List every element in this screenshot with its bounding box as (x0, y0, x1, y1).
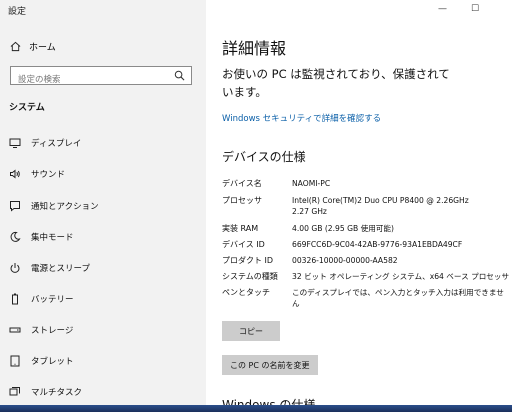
spec-label: プロセッサ (222, 196, 262, 205)
focus-moon-icon (10, 231, 21, 242)
sidebar-item-label: ディスプレイ (31, 139, 82, 149)
sidebar-item-label: 電源とスリープ (31, 264, 90, 274)
security-details-link[interactable]: Windows セキュリティで詳細を確認する (222, 112, 381, 124)
battery-icon (12, 293, 18, 305)
minimize-button[interactable]: — (438, 4, 447, 14)
spec-label: デバイス ID (222, 240, 265, 249)
spec-label: 実装 RAM (222, 224, 259, 233)
sidebar-item-label: バッテリー (31, 295, 74, 305)
spec-value-device-name: NAOMI-PC (292, 179, 331, 188)
spec-value-device-id: 669FCC6D-9C04-42AB-9776-93A1EBDA49CF (292, 240, 463, 249)
spec-value-system-type: 32 ビット オペレーティング システム、x64 ベース プロセッサ (292, 272, 510, 281)
device-specifications-heading: デバイスの仕様 (222, 150, 306, 164)
sidebar-item-tablet[interactable]: タブレット (9, 352, 74, 370)
notification-icon (10, 201, 20, 212)
spec-label: ペンとタッチ (222, 288, 270, 297)
display-icon (9, 138, 21, 148)
maximize-button[interactable]: ☐ (471, 4, 479, 14)
sidebar-item-multitask[interactable]: マルチタスク (9, 383, 82, 401)
sidebar-item-power[interactable]: 電源とスリープ (9, 259, 90, 277)
storage-icon (9, 327, 21, 333)
sidebar-item-label: サウンド (31, 170, 66, 180)
spec-label: プロダクト ID (222, 256, 274, 265)
spec-value-processor: Intel(R) Core(TM)2 Duo CPU P8400 @ 2.26G… (292, 196, 469, 216)
copy-button[interactable]: コピー (222, 321, 280, 341)
protection-status-text: お使いの PC は監視されており、保護されています。 (222, 67, 450, 99)
spec-value-product-id: 00326-10000-00000-AA582 (292, 256, 398, 265)
settings-search-box[interactable] (10, 66, 192, 89)
sidebar-item-label: 通知とアクション (31, 202, 99, 212)
settings-search-input[interactable] (11, 71, 168, 89)
section-label-system: システム (9, 103, 45, 113)
main-panel: — ☐ 詳細情報 お使いの PC は監視されており、保護されています。 Wind… (206, 0, 512, 412)
sidebar-item-battery[interactable]: バッテリー (9, 290, 74, 308)
sidebar-item-label: タブレット (31, 357, 74, 367)
app-title: 設定 (8, 7, 27, 17)
spec-value-pen-touch: このディスプレイでは、ペン入力とタッチ入力は利用できませ ん (292, 288, 504, 308)
search-icon[interactable] (174, 70, 185, 81)
sidebar: 設定 ホーム システム ディスプレイ サウンド 通知とアクション 集中モード 電… (0, 0, 206, 412)
rename-pc-button[interactable]: この PC の名前を変更 (222, 355, 318, 375)
sidebar-item-storage[interactable]: ストレージ (9, 321, 73, 339)
sidebar-item-sound[interactable]: サウンド (9, 165, 65, 183)
sidebar-item-label: ストレージ (31, 326, 74, 336)
home-nav-item[interactable]: ホーム (10, 40, 56, 53)
spec-label: システムの種類 (222, 272, 278, 281)
sidebar-item-label: マルチタスク (31, 388, 83, 398)
sound-icon (10, 169, 20, 179)
power-icon (10, 263, 20, 273)
multitask-icon (9, 387, 20, 396)
home-icon (10, 41, 21, 52)
spec-label: デバイス名 (222, 179, 262, 188)
sidebar-item-focus[interactable]: 集中モード (9, 228, 74, 246)
sidebar-item-label: 集中モード (31, 233, 74, 243)
spec-value-ram: 4.00 GB (2.95 GB 使用可能) (292, 224, 394, 233)
home-label: ホーム (29, 43, 56, 53)
page-title: 詳細情報 (222, 39, 287, 58)
tablet-icon (10, 355, 20, 367)
taskbar-edge (0, 405, 512, 412)
sidebar-item-display[interactable]: ディスプレイ (9, 134, 81, 152)
sidebar-item-notifications[interactable]: 通知とアクション (9, 197, 99, 215)
